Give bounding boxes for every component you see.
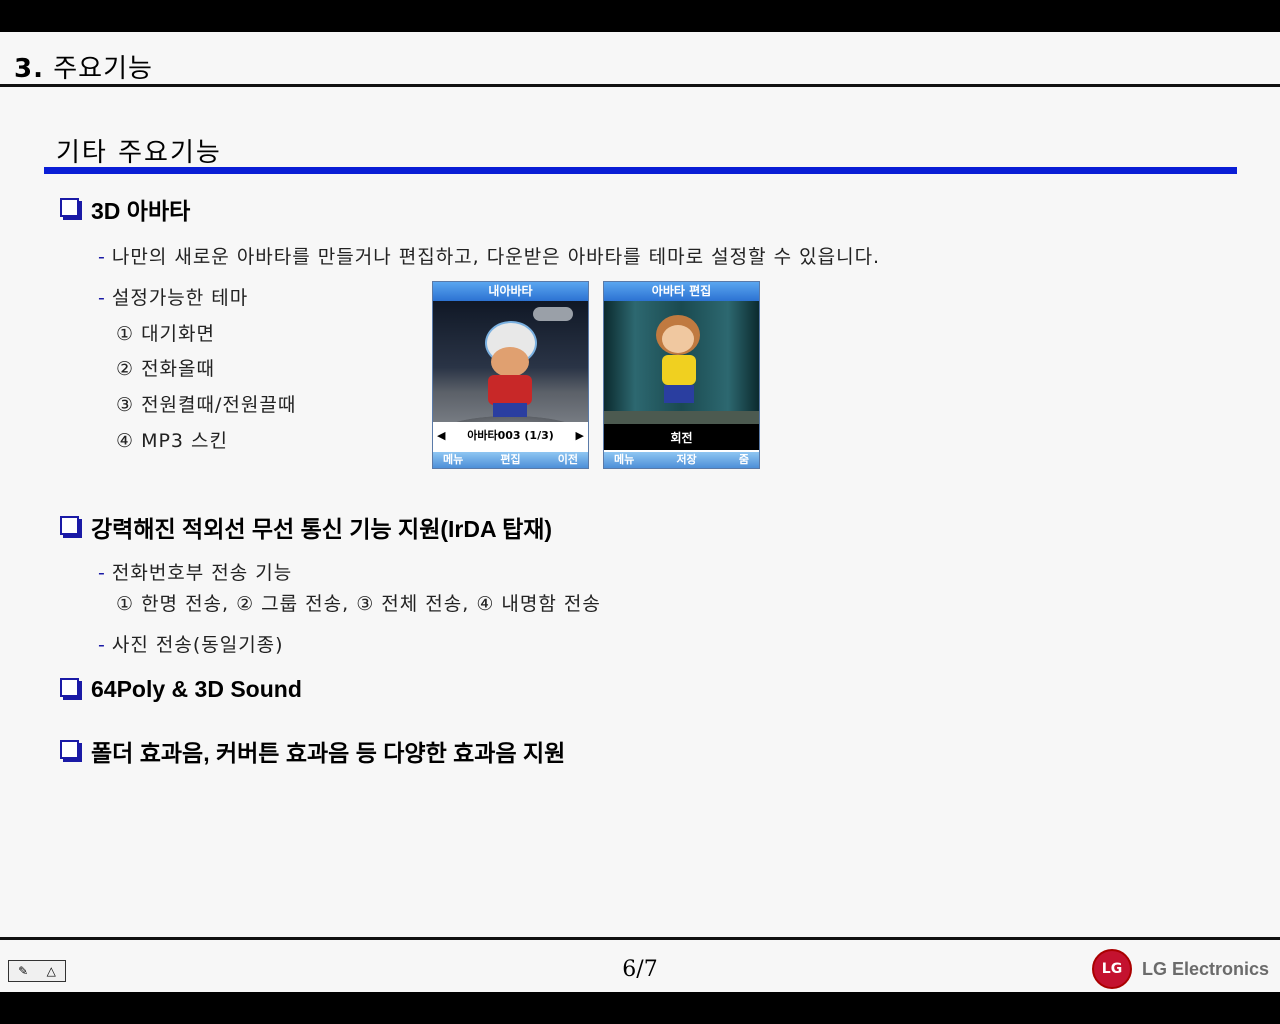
brand-name: LG Electronics	[1142, 958, 1270, 979]
lg-logo-mark: LG	[1092, 949, 1132, 989]
bullet-box-icon	[60, 739, 79, 759]
bullet-sound: 64Poly & 3D Sound	[60, 676, 302, 703]
slide: 3. 주요기능 기타 주요기능 3D 아바타 - 나만의 새로운 아바타를 만들거…	[0, 32, 1280, 992]
bullet-label: 강력해진 적외선 무선 통신 기능 지원(IrDA 탑재)	[91, 516, 553, 542]
section-title: 기타 주요기능	[56, 138, 222, 168]
avatar-scene-image	[433, 301, 588, 422]
bullet-irda: 강력해진 적외선 무선 통신 기능 지원(IrDA 탑재)	[60, 510, 552, 544]
bullet-box-icon	[60, 678, 79, 697]
phone-screen-title: 아바타 편집	[604, 282, 759, 301]
theme-item: ④ MP3 스킨	[116, 430, 229, 452]
phonebook-transfer-label: - 전화번호부 전송 기능	[98, 562, 293, 584]
phone-softkeys: 메뉴 편집 이전	[433, 452, 588, 468]
theme-item: ② 전화올때	[116, 358, 215, 380]
header-number: 3.	[14, 54, 44, 84]
section-divider	[44, 167, 1237, 174]
theme-item: ③ 전원켤때/전원끌때	[116, 394, 297, 416]
avatar-description: - 나만의 새로운 아바타를 만들거나 편집하고, 다운받은 아바타를 테마로 설…	[98, 246, 881, 268]
avatar-edit-scene-image	[604, 301, 759, 424]
header-title: 주요기능	[53, 54, 153, 84]
lg-logo: LG LG Electronics	[1092, 949, 1269, 989]
bullet-sound-effects: 폴더 효과음, 커버튼 효과음 등 다양한 효과음 지원	[60, 734, 565, 768]
right-arrow-icon: ▶	[575, 428, 584, 442]
bullet-box-icon	[60, 197, 79, 217]
phone-status-bar: ◀ 아바타003 (1/3) ▶	[433, 424, 588, 446]
bullet-3d-avatar: 3D 아바타	[60, 192, 190, 226]
page-header: 3. 주요기능	[14, 48, 153, 85]
phone-status-bar: 회전	[604, 424, 759, 450]
phone-screenshot-avatar-edit: 아바타 편집 회전 메뉴 저장 줌	[603, 281, 760, 469]
theme-item: ① 대기화면	[116, 323, 215, 345]
bullet-label: 폴더 효과음, 커버튼 효과음 등 다양한 효과음 지원	[91, 740, 566, 766]
footer-divider	[0, 937, 1280, 940]
phone-screenshot-my-avatar: 내아바타 ◀ 아바타003 (1/3) ▶ 메뉴 편집 이전	[432, 281, 589, 469]
themes-label: - 설정가능한 테마	[98, 287, 249, 309]
phonebook-transfer-items: ① 한명 전송, ② 그룹 전송, ③ 전체 전송, ④ 내명함 전송	[116, 593, 601, 615]
photo-transfer-label: - 사진 전송(동일기종)	[98, 634, 284, 656]
left-arrow-icon: ◀	[437, 428, 446, 442]
bullet-label: 3D 아바타	[91, 198, 191, 224]
phone-screen-title: 내아바타	[433, 282, 588, 301]
page-number: 6/7	[622, 957, 658, 982]
header-divider	[0, 84, 1280, 87]
bullet-box-icon	[60, 515, 79, 535]
phone-softkeys: 메뉴 저장 줌	[604, 452, 759, 468]
bullet-label: 64Poly & 3D Sound	[91, 676, 302, 702]
